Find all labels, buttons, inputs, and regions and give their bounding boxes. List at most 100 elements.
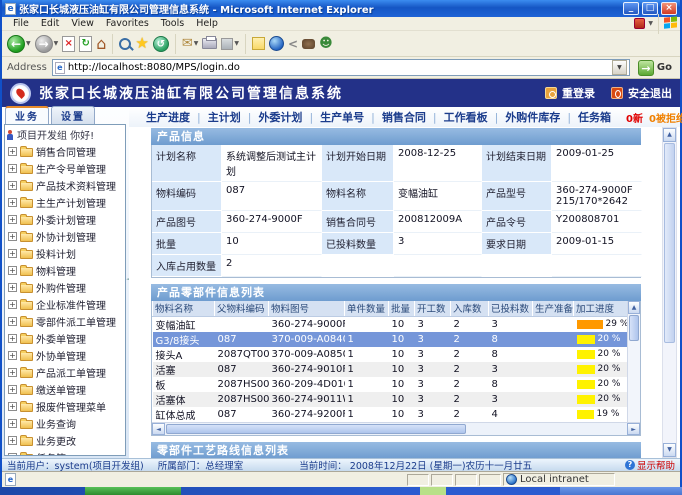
column-header[interactable]: 批量 bbox=[389, 301, 415, 316]
address-dropdown-icon[interactable]: ▼ bbox=[612, 60, 627, 75]
sidebar-item[interactable]: +外委单管理 bbox=[5, 330, 125, 347]
logout-link[interactable]: 安全退出 bbox=[611, 85, 672, 101]
page-scroll-up-icon[interactable]: ▲ bbox=[663, 128, 676, 142]
expand-plus-icon[interactable]: + bbox=[8, 300, 17, 309]
sidebar-item[interactable]: +外购件管理 bbox=[5, 279, 125, 296]
sidebar-item[interactable]: +业务更改 bbox=[5, 432, 125, 449]
expand-plus-icon[interactable]: + bbox=[8, 164, 17, 173]
refresh-button[interactable]: ↻ bbox=[79, 36, 92, 52]
mail-button[interactable]: ✉▼ bbox=[182, 37, 199, 50]
sidebar-item[interactable]: +缴送单管理 bbox=[5, 381, 125, 398]
show-help-link[interactable]: ? 显示帮助 bbox=[625, 458, 675, 472]
sidebar-item[interactable]: +报废件管理菜单 bbox=[5, 398, 125, 415]
expand-plus-icon[interactable]: + bbox=[8, 436, 17, 445]
column-header[interactable]: 生产准备 bbox=[533, 301, 574, 316]
edit-button[interactable]: ▼ bbox=[221, 38, 239, 50]
expand-plus-icon[interactable]: + bbox=[8, 351, 17, 360]
sidebar-item[interactable]: +主生产计划管理 bbox=[5, 194, 125, 211]
nav-item[interactable]: 工作看板 bbox=[437, 109, 495, 125]
notes-button[interactable] bbox=[252, 37, 265, 50]
nav-item[interactable]: 主计划 bbox=[201, 109, 248, 125]
page-vertical-scrollbar[interactable]: ▲ ▼ bbox=[662, 127, 677, 458]
expand-plus-icon[interactable]: + bbox=[8, 317, 17, 326]
page-scroll-thumb[interactable] bbox=[664, 143, 675, 343]
menu-item-help[interactable]: Help bbox=[190, 18, 224, 29]
parts-vertical-scrollbar[interactable]: ▲ bbox=[627, 301, 640, 422]
back-button[interactable]: ←▼ bbox=[7, 35, 31, 53]
column-header[interactable]: 物料名称 bbox=[153, 301, 215, 316]
expand-plus-icon[interactable]: + bbox=[8, 249, 17, 258]
scroll-thumb[interactable] bbox=[629, 315, 639, 341]
sidebar-item[interactable]: +销售合同管理 bbox=[5, 143, 125, 160]
parts-row[interactable]: 缸体总成087360-274-9200F11032419 % bbox=[153, 407, 630, 422]
tab-业务[interactable]: 业务 bbox=[5, 106, 49, 124]
scroll-right-icon[interactable]: ► bbox=[627, 423, 640, 435]
column-header[interactable]: 父物料编码 bbox=[215, 301, 269, 316]
sidebar-item[interactable]: +外委计划管理 bbox=[5, 211, 125, 228]
scroll-up-icon[interactable]: ▲ bbox=[628, 301, 640, 314]
sidebar-item[interactable]: +企业标准件管理 bbox=[5, 296, 125, 313]
forward-button[interactable]: →▼ bbox=[35, 35, 59, 53]
sidebar-item[interactable]: +产品技术资料管理 bbox=[5, 177, 125, 194]
expand-plus-icon[interactable]: + bbox=[8, 419, 17, 428]
expand-plus-icon[interactable]: + bbox=[8, 232, 17, 241]
windows-taskbar[interactable] bbox=[0, 487, 682, 495]
search-button[interactable] bbox=[119, 38, 131, 50]
research-button[interactable] bbox=[302, 39, 315, 49]
expand-plus-icon[interactable]: + bbox=[8, 368, 17, 377]
nav-item[interactable]: 生产进度 bbox=[139, 109, 197, 125]
messenger-button[interactable] bbox=[269, 36, 284, 51]
msn-button[interactable]: < bbox=[288, 38, 298, 50]
parts-horizontal-scrollbar[interactable]: ◄ ► bbox=[152, 422, 640, 435]
expand-plus-icon[interactable]: + bbox=[8, 181, 17, 190]
parts-row[interactable]: 活塞087360-274-9010F11032320 % bbox=[153, 362, 630, 377]
sidebar-item[interactable]: +物料管理 bbox=[5, 262, 125, 279]
parts-row[interactable]: 活塞体2087HS002360-274-9011W11032320 % bbox=[153, 392, 630, 407]
taskbar-button[interactable] bbox=[85, 487, 181, 495]
sidebar-item[interactable]: +外协计划管理 bbox=[5, 228, 125, 245]
sidebar-item[interactable]: +零部件派工单管理 bbox=[5, 313, 125, 330]
sidebar-item[interactable]: +产品派工单管理 bbox=[5, 364, 125, 381]
expand-plus-icon[interactable]: + bbox=[8, 283, 17, 292]
expand-plus-icon[interactable]: + bbox=[8, 453, 17, 456]
im-button[interactable]: ☻ bbox=[319, 37, 333, 50]
url-text[interactable]: http://localhost:8080/MPS/login.do bbox=[68, 62, 609, 73]
taskbar-button[interactable] bbox=[420, 487, 446, 495]
adobe-pdf-icon[interactable] bbox=[634, 18, 645, 29]
column-header[interactable]: 物料图号 bbox=[269, 301, 345, 316]
favorites-button[interactable]: ★ bbox=[135, 36, 148, 51]
title-bar[interactable]: e 张家口长城液压油缸有限公司管理信息系统 - Microsoft Intern… bbox=[2, 0, 680, 17]
relogin-link[interactable]: 重登录 bbox=[545, 85, 595, 101]
tab-设置[interactable]: 设置 bbox=[51, 106, 95, 124]
nav-item[interactable]: 外购件库存 bbox=[498, 109, 567, 125]
adobe-dropdown-icon[interactable]: ▼ bbox=[648, 20, 653, 27]
expand-plus-icon[interactable]: + bbox=[8, 147, 17, 156]
scroll-left-icon[interactable]: ◄ bbox=[152, 423, 165, 435]
column-header[interactable]: 已投料数 bbox=[489, 301, 533, 316]
address-input[interactable]: e http://localhost:8080/MPS/login.do ▼ bbox=[52, 59, 630, 76]
nav-item[interactable]: 任务箱 bbox=[571, 109, 618, 125]
expand-plus-icon[interactable]: + bbox=[8, 334, 17, 343]
expand-plus-icon[interactable]: + bbox=[8, 198, 17, 207]
expand-plus-icon[interactable]: + bbox=[8, 215, 17, 224]
menu-item-tools[interactable]: Tools bbox=[155, 18, 190, 29]
history-button[interactable]: ↺ bbox=[153, 36, 169, 52]
nav-item[interactable]: 销售合同 bbox=[375, 109, 433, 125]
nav-item[interactable]: 生产单号 bbox=[313, 109, 371, 125]
menu-item-view[interactable]: View bbox=[65, 18, 100, 29]
column-header[interactable]: 单件数量 bbox=[345, 301, 389, 316]
sidebar-item[interactable]: +生产令号单管理 bbox=[5, 160, 125, 177]
column-header[interactable]: 入库数 bbox=[451, 301, 489, 316]
parts-row[interactable]: 接头A2087QT002370-009-A085011032820 % bbox=[153, 347, 630, 362]
sidebar-item[interactable]: +外协单管理 bbox=[5, 347, 125, 364]
parts-row[interactable]: 变幅油缸360-274-9000F1032329 % bbox=[153, 316, 630, 332]
hscroll-thumb[interactable] bbox=[166, 424, 466, 434]
print-button[interactable] bbox=[202, 38, 217, 49]
expand-plus-icon[interactable]: + bbox=[8, 266, 17, 275]
expand-plus-icon[interactable]: + bbox=[8, 385, 17, 394]
parts-row[interactable]: 板2087HS002360-209-4D01011032820 % bbox=[153, 377, 630, 392]
nav-item[interactable]: 外委计划 bbox=[251, 109, 309, 125]
stop-button[interactable]: × bbox=[62, 36, 75, 52]
sidebar-item[interactable]: +任务箱 bbox=[5, 449, 125, 456]
menu-item-edit[interactable]: Edit bbox=[35, 18, 65, 29]
